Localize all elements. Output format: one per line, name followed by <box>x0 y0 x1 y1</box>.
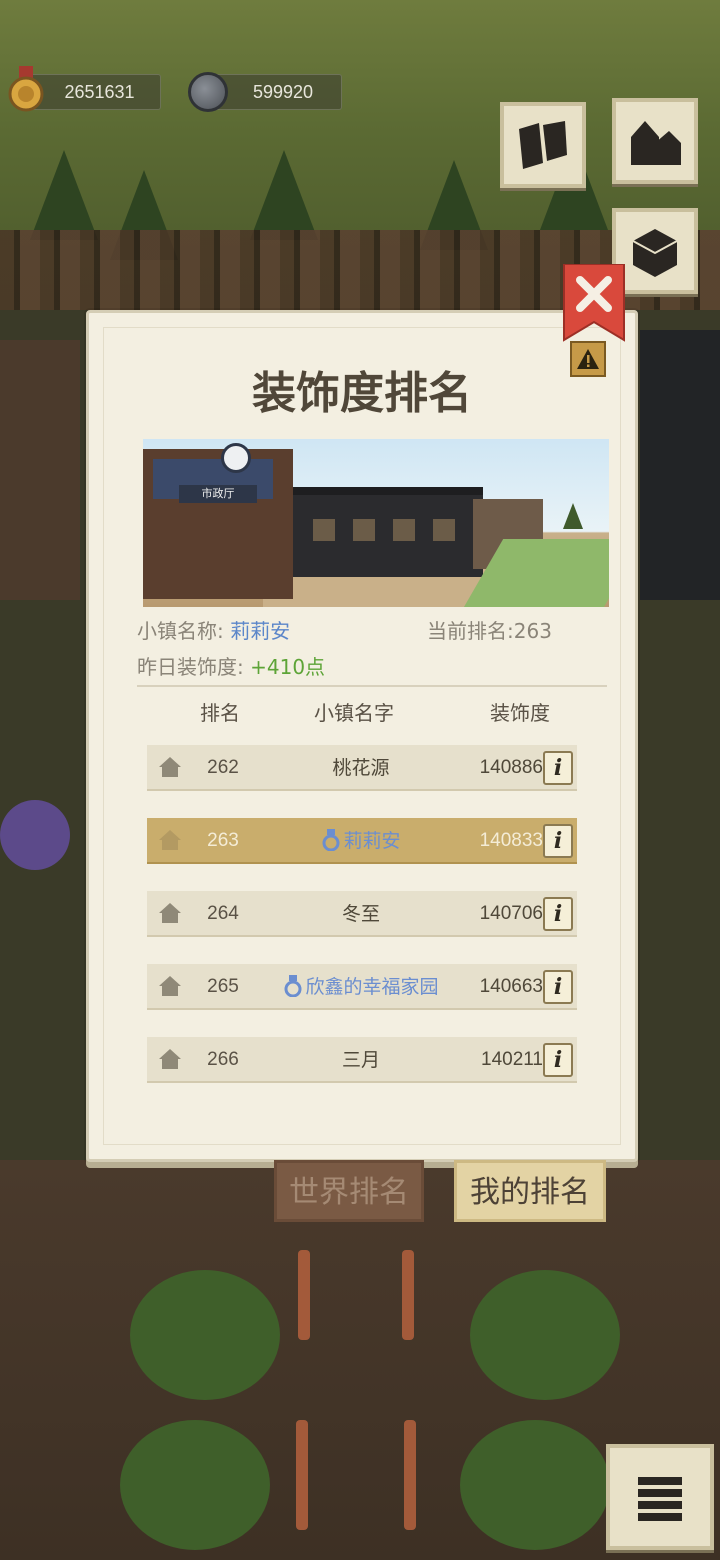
ranking-row[interactable]: 264 冬至 140706 i <box>147 891 577 937</box>
menu-button[interactable] <box>606 1444 714 1550</box>
column-header-rank: 排名 <box>200 701 240 725</box>
yesterday-deco-label: 昨日装饰度: <box>137 655 244 679</box>
town-banner-image: 市政厅 <box>143 439 609 607</box>
ranking-row[interactable]: 265 欣鑫的幸福家园 140663 i <box>147 964 577 1010</box>
totem-post <box>402 1250 414 1340</box>
row-rank: 265 <box>207 976 239 997</box>
close-icon[interactable] <box>560 264 628 342</box>
coin-counter: 599920 <box>188 72 343 112</box>
house-icon <box>159 976 181 996</box>
medal-count: 2651631 <box>26 74 161 110</box>
purple-tree <box>0 800 70 870</box>
stack-menu-icon <box>638 1477 682 1521</box>
ranking-panel: 装饰度排名 市政厅 小镇名称: 莉莉安 当前排名:263 昨日装饰度: +410… <box>86 310 638 1162</box>
header-divider <box>137 685 607 687</box>
row-town-name: 欣鑫的幸福家园 <box>305 976 439 998</box>
info-icon[interactable]: i <box>543 970 573 1004</box>
town-name-value: 莉莉安 <box>230 619 291 643</box>
right-building <box>640 330 720 600</box>
row-rank: 262 <box>207 757 239 778</box>
yesterday-deco-value: +410点 <box>250 655 326 679</box>
row-town-name: 桃花源 <box>332 757 390 779</box>
clock-icon <box>221 443 251 473</box>
pine-tree <box>30 150 98 240</box>
buildings-icon <box>631 121 681 165</box>
ranking-row-current[interactable]: 263 莉莉安 140833 i <box>147 818 577 864</box>
berry-bush <box>120 1420 270 1550</box>
row-score: 140706 <box>479 903 543 924</box>
house-icon <box>159 830 181 850</box>
row-score: 140833 <box>479 830 543 851</box>
house-icon <box>159 757 181 777</box>
row-rank: 264 <box>207 903 239 924</box>
info-icon[interactable]: i <box>543 751 573 785</box>
totem-post <box>298 1250 310 1340</box>
medal-counter: 2651631 <box>6 66 161 112</box>
row-score: 140886 <box>479 757 543 778</box>
warning-icon <box>577 349 599 369</box>
town-hall-sign: 市政厅 <box>179 485 257 503</box>
row-town-name-cell: 莉莉安 <box>263 818 459 864</box>
vip-badge-icon <box>322 829 340 851</box>
totem-post <box>296 1420 308 1530</box>
panel-title: 装饰度排名 <box>252 368 472 419</box>
tab-my-ranking[interactable]: 我的排名 <box>454 1160 606 1222</box>
house-icon <box>159 1049 181 1069</box>
ranking-row[interactable]: 266 三月 140211 i <box>147 1037 577 1083</box>
current-rank-value: 263 <box>513 619 552 643</box>
info-icon[interactable]: i <box>543 1043 573 1077</box>
ranking-row[interactable]: 262 桃花源 140886 i <box>147 745 577 791</box>
info-icon[interactable]: i <box>543 897 573 931</box>
crate-icon <box>632 229 678 277</box>
berry-bush <box>130 1270 280 1400</box>
row-score: 140211 <box>481 1049 543 1070</box>
medal-icon <box>8 66 44 112</box>
pine-tree <box>250 150 318 240</box>
left-building <box>0 340 80 600</box>
berry-bush <box>460 1420 610 1550</box>
berry-bush <box>470 1270 620 1400</box>
map-button[interactable] <box>500 102 586 188</box>
tab-world-ranking[interactable]: 世界排名 <box>274 1160 424 1222</box>
buildings-button[interactable] <box>612 98 698 184</box>
row-town-name: 三月 <box>341 1049 380 1071</box>
row-town-name: 莉莉安 <box>343 830 401 852</box>
current-rank-label: 当前排名: <box>427 619 514 643</box>
report-button[interactable] <box>570 341 606 377</box>
town-name-label: 小镇名称: <box>137 619 224 643</box>
row-town-name: 冬至 <box>341 903 380 925</box>
current-rank-info: 当前排名:263 <box>427 615 552 644</box>
barn-window <box>433 519 455 541</box>
barn-window <box>393 519 415 541</box>
coin-count: 599920 <box>210 74 342 110</box>
house-icon <box>159 903 181 923</box>
column-header-score: 装饰度 <box>490 701 550 725</box>
row-town-name-cell: 欣鑫的幸福家园 <box>263 964 459 1010</box>
column-header-name: 小镇名字 <box>314 701 394 725</box>
row-score: 140663 <box>479 976 543 997</box>
banner-tree <box>563 503 583 529</box>
barn-window <box>313 519 335 541</box>
barn-window <box>353 519 375 541</box>
row-rank: 263 <box>207 830 239 851</box>
town-name-info: 小镇名称: 莉莉安 <box>137 615 290 644</box>
totem-post <box>404 1420 416 1530</box>
vip-badge-icon <box>284 975 302 997</box>
row-rank: 266 <box>207 1049 239 1070</box>
map-pieces-icon <box>519 121 567 169</box>
info-icon[interactable]: i <box>543 824 573 858</box>
yesterday-deco-info: 昨日装饰度: +410点 <box>137 651 325 680</box>
coin-icon <box>188 72 228 112</box>
